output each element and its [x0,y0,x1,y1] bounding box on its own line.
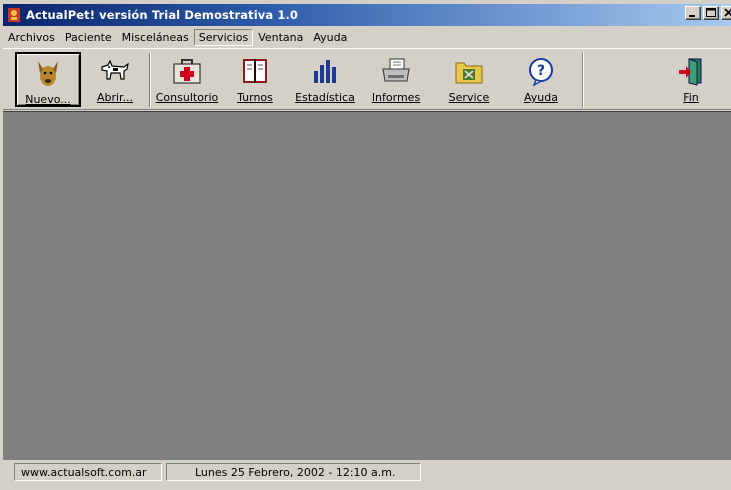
menu-servicios[interactable]: Servicios [193,28,254,46]
status-bar: www.actualsoft.com.ar Lunes 25 Febrero, … [3,461,731,483]
exit-door-icon [673,55,709,87]
svg-text:?: ? [537,63,545,79]
toolbar-separator [149,53,151,107]
informes-button[interactable]: Informes [364,52,428,107]
menu-miscelaneas[interactable]: Misceláneas [117,29,194,46]
app-icon [8,8,20,22]
medical-kit-icon [169,55,205,87]
abrir-label: Abrir... [96,91,134,104]
estadistica-button[interactable]: Estadística [293,52,357,107]
consultorio-label: Consultorio [155,91,219,104]
bar-chart-icon [307,55,343,87]
maximize-button[interactable] [703,6,719,20]
minimize-icon [689,15,695,17]
mdi-workspace[interactable] [3,111,731,460]
menu-bar: Archivos Paciente Misceláneas Servicios … [3,27,731,47]
window-title: ActualPet! versión Trial Demostrativa 1.… [26,8,298,22]
fin-label: Fin [683,91,699,104]
fin-button[interactable]: Fin [667,52,715,107]
dog-icon [97,55,133,87]
title-bar[interactable]: ActualPet! versión Trial Demostrativa 1.… [3,4,731,26]
consultorio-button[interactable]: Consultorio [154,52,220,107]
nuevo-button[interactable]: Nuevo... [15,52,81,107]
nuevo-label: Nuevo... [25,93,71,106]
appointment-book-icon [237,55,273,87]
dog-head-icon [30,57,66,89]
ayuda-button[interactable]: ? Ayuda [509,52,573,107]
menu-ayuda[interactable]: Ayuda [308,29,352,46]
minimize-button[interactable] [685,6,701,20]
help-icon: ? [523,55,559,87]
status-website: www.actualsoft.com.ar [14,463,162,481]
close-icon [724,8,731,17]
toolbar-separator [582,53,584,107]
app-window: ActualPet! versión Trial Demostrativa 1.… [0,0,731,490]
toolbar: Nuevo... Abrir... Consultorio Turnos Est… [3,48,731,110]
service-button[interactable]: Service [437,52,501,107]
service-label: Service [448,91,490,104]
printer-icon [378,55,414,87]
maximize-icon [706,8,716,17]
informes-label: Informes [371,91,421,104]
tools-icon [451,55,487,87]
menu-archivos[interactable]: Archivos [3,29,60,46]
abrir-button[interactable]: Abrir... [85,52,145,107]
menu-paciente[interactable]: Paciente [60,29,117,46]
status-datetime: Lunes 25 Febrero, 2002 - 12:10 a.m. [166,463,421,481]
close-button[interactable] [721,6,731,20]
turnos-label: Turnos [237,91,273,104]
estadistica-label: Estadística [295,91,355,104]
window-controls [685,6,731,20]
ayuda-label: Ayuda [524,91,558,104]
menu-ventana[interactable]: Ventana [253,29,308,46]
turnos-button[interactable]: Turnos [225,52,285,107]
